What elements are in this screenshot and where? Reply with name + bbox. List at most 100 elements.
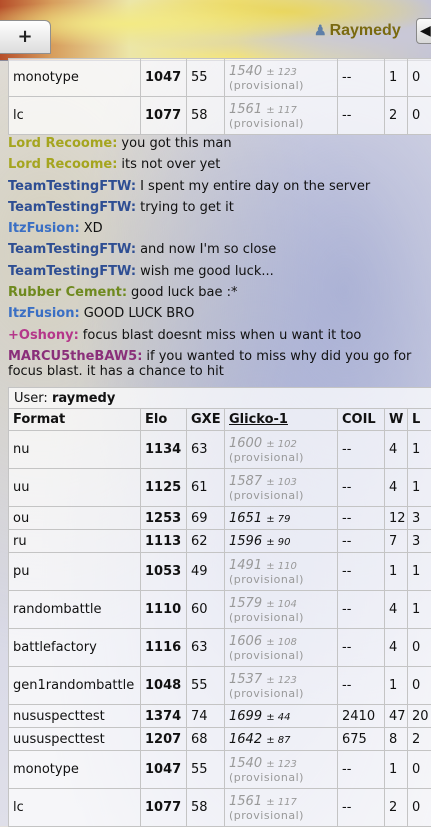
username-label: Raymedy <box>330 22 401 39</box>
chat-text: I spent my entire day on the server <box>140 179 370 194</box>
losses-cell: 0 <box>408 97 431 135</box>
glicko-value: 1642 <box>229 732 266 747</box>
elo-cell: 1048 <box>141 667 187 705</box>
chat-username[interactable]: TeamTestingFTW: <box>8 264 136 279</box>
provisional-label: (provisional) <box>229 79 337 92</box>
speaker-icon: ◀ <box>420 23 431 39</box>
coil-cell: -- <box>338 469 385 507</box>
table-row: battlefactory1116631606 ± 108(provisiona… <box>9 629 431 667</box>
top-header: + ♟Raymedy ◀ <box>0 0 431 61</box>
coil-cell: -- <box>338 629 385 667</box>
chat-username[interactable]: Lord Recoome: <box>8 157 117 172</box>
glicko-value: 1596 <box>229 534 266 549</box>
table-row: uu1125611587 ± 103(provisional)--41 <box>9 469 431 507</box>
format-cell: ou <box>9 507 141 530</box>
format-cell: gen1randombattle <box>9 667 141 705</box>
chat-username[interactable]: Rubber Cement: <box>8 285 127 300</box>
chat-text: good luck bae :* <box>131 285 237 300</box>
elo-cell: 1077 <box>141 97 187 135</box>
elo-cell: 1134 <box>141 431 187 469</box>
glicko-value: 1651 <box>229 511 266 526</box>
coil-cell: -- <box>338 59 385 97</box>
provisional-label: (provisional) <box>229 489 337 502</box>
glicko-cell: 1561 ± 117(provisional) <box>225 789 338 827</box>
table-row: pu1053491491 ± 110(provisional)--11 <box>9 553 431 591</box>
format-cell: uu <box>9 469 141 507</box>
gxe-cell: 55 <box>187 667 225 705</box>
glicko-deviation: ± 123 <box>266 67 297 78</box>
coil-cell: -- <box>338 507 385 530</box>
elo-cell: 1047 <box>141 751 187 789</box>
chat-username[interactable]: ItzFusion: <box>8 221 80 236</box>
user-icon: ♟ <box>314 22 327 38</box>
glicko-value: 1561 <box>229 794 266 809</box>
chat-text: XD <box>84 221 103 236</box>
chat-username[interactable]: MARCU5theBAW5: <box>8 349 142 364</box>
elo-cell: 1077 <box>141 789 187 827</box>
wins-cell: 4 <box>385 469 408 507</box>
glicko-value: 1540 <box>229 756 266 771</box>
column-header: L <box>408 409 431 431</box>
chat-message: Lord Recoome:its not over yet <box>8 154 431 175</box>
losses-cell: 0 <box>408 751 431 789</box>
chat-message: TeamTestingFTW: I spent my entire day on … <box>8 176 431 197</box>
glicko-value: 1699 <box>229 709 266 724</box>
gxe-cell: 69 <box>187 507 225 530</box>
glicko-deviation: ± 110 <box>266 561 297 572</box>
glicko-cell: 1579 ± 104(provisional) <box>225 591 338 629</box>
table-row: nu1134631600 ± 102(provisional)--41 <box>9 431 431 469</box>
user-label: User: <box>14 391 48 406</box>
table-row: monotype1047551540 ± 123(provisional)--1… <box>9 751 431 789</box>
user-menu-button[interactable]: ♟Raymedy <box>314 22 401 44</box>
losses-cell: 0 <box>408 59 431 97</box>
user-stats-username[interactable]: raymedy <box>52 391 115 406</box>
chat-username[interactable]: Lord Recoome: <box>8 136 117 151</box>
chat-text: you got this man <box>121 136 231 151</box>
wins-cell: 4 <box>385 431 408 469</box>
sound-button[interactable]: ◀ <box>416 18 431 44</box>
wins-cell: 4 <box>385 591 408 629</box>
losses-cell: 1 <box>408 469 431 507</box>
glicko-cell: 1651 ± 79 <box>225 507 338 530</box>
glicko-value: 1540 <box>229 64 266 79</box>
chat-username[interactable]: +Oshony: <box>8 328 79 343</box>
chat-username[interactable]: TeamTestingFTW: <box>8 200 136 215</box>
glicko-deviation: ± 117 <box>266 797 297 808</box>
chat-username[interactable]: ItzFusion: <box>8 306 80 321</box>
chat-text: trying to get it <box>140 200 234 215</box>
chat-text: and now I'm so close <box>140 242 276 257</box>
table-row: gen1randombattle1048551537 ± 123(provisi… <box>9 667 431 705</box>
glicko-value: 1600 <box>229 436 266 451</box>
glicko-deviation: ± 123 <box>266 675 297 686</box>
provisional-label: (provisional) <box>229 117 337 130</box>
gxe-cell: 62 <box>187 530 225 553</box>
chat-username[interactable]: TeamTestingFTW: <box>8 242 136 257</box>
chat-message: ItzFusion: XD <box>8 218 431 239</box>
chat-username[interactable]: TeamTestingFTW: <box>8 179 136 194</box>
new-tab-button[interactable]: + <box>0 20 51 54</box>
glicko-cell: 1606 ± 108(provisional) <box>225 629 338 667</box>
user-stats-header: User: raymedy <box>8 387 431 408</box>
table-row: uususpecttest1207681642 ± 8767582 <box>9 728 431 751</box>
coil-cell: -- <box>338 751 385 789</box>
elo-cell: 1116 <box>141 629 187 667</box>
glicko-deviation: ± 104 <box>266 599 297 610</box>
elo-cell: 1207 <box>141 728 187 751</box>
chat-text: wish me good luck... <box>140 264 274 279</box>
gxe-cell: 55 <box>187 751 225 789</box>
losses-cell: 1 <box>408 431 431 469</box>
format-cell: monotype <box>9 59 141 97</box>
glicko-cell: 1540 ± 123(provisional) <box>225 751 338 789</box>
coil-cell: -- <box>338 97 385 135</box>
gxe-cell: 58 <box>187 97 225 135</box>
gxe-cell: 55 <box>187 59 225 97</box>
gxe-cell: 49 <box>187 553 225 591</box>
glicko-deviation: ± 87 <box>266 735 290 746</box>
glicko-cell: 1540 ± 123(provisional) <box>225 59 338 97</box>
losses-cell: 1 <box>408 591 431 629</box>
wins-cell: 4 <box>385 629 408 667</box>
coil-cell: -- <box>338 530 385 553</box>
wins-cell: 2 <box>385 789 408 827</box>
provisional-label: (provisional) <box>229 573 337 586</box>
glicko-cell: 1699 ± 44 <box>225 705 338 728</box>
